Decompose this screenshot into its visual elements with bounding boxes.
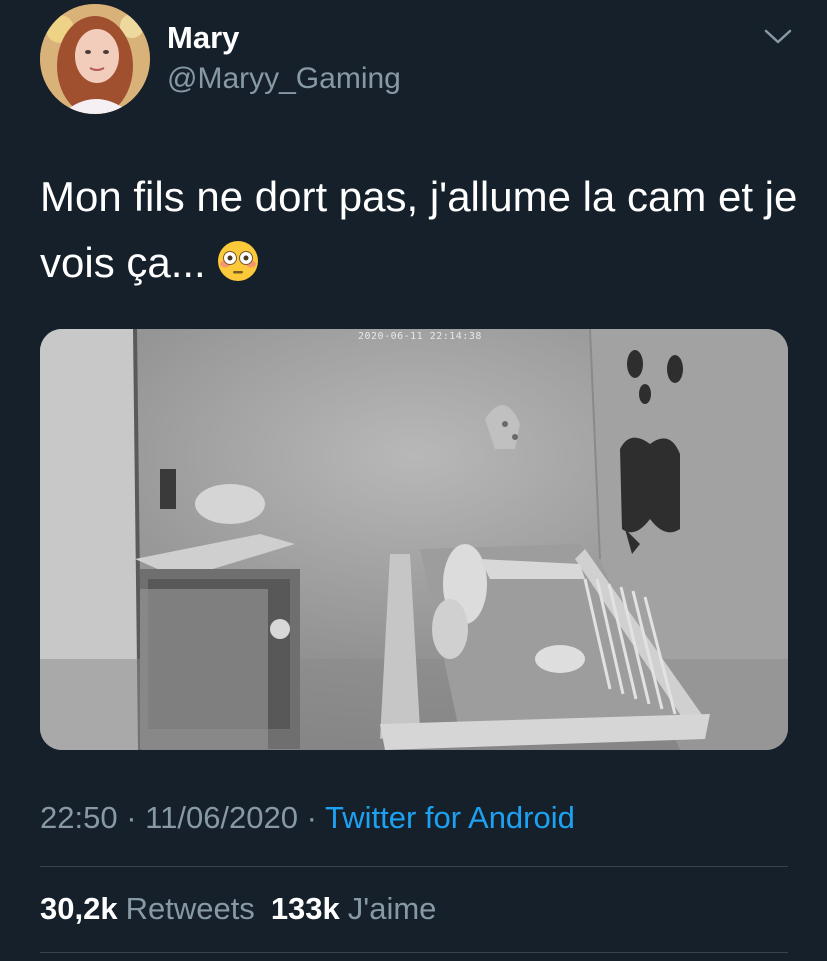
tweet-time[interactable]: 22:50 (40, 800, 118, 835)
tweet-date[interactable]: 11/06/2020 (145, 800, 298, 835)
user-handle[interactable]: @Maryy_Gaming (167, 62, 401, 96)
display-name[interactable]: Mary (167, 20, 239, 56)
tweet-text-body: Mon fils ne dort pas, j'allume la cam et… (40, 173, 798, 286)
tweet-stats: 30,2k Retweets 133k J'aime (40, 891, 436, 927)
retweets-label: Retweets (125, 891, 255, 926)
avatar[interactable] (40, 4, 150, 114)
likes-count: 133k (270, 891, 340, 926)
tweet-meta: 22:50 · 11/06/2020 · Twitter for Android (40, 800, 575, 836)
divider (40, 952, 788, 953)
meta-separator: · (126, 800, 137, 835)
tweet-page: Mary @Maryy_Gaming Mon fils ne dort pas,… (0, 0, 827, 961)
tweet-media-image[interactable]: 2020-06-11 22:14:38 (40, 329, 788, 750)
divider (40, 866, 788, 867)
tweet-source-link[interactable]: Twitter for Android (325, 800, 575, 835)
likes-stat[interactable]: 133k J'aime (271, 891, 437, 926)
baby-camera-image (40, 329, 788, 750)
avatar-photo (40, 4, 150, 114)
tweet-text: Mon fils ne dort pas, j'allume la cam et… (40, 164, 800, 302)
chevron-down-icon[interactable] (760, 22, 796, 52)
flushed-face-emoji-icon (216, 236, 260, 302)
meta-separator: · (306, 800, 317, 835)
retweets-stat[interactable]: 30,2k Retweets (40, 891, 255, 926)
camera-timestamp: 2020-06-11 22:14:38 (358, 331, 482, 342)
retweets-count: 30,2k (40, 891, 118, 926)
likes-label: J'aime (347, 891, 437, 926)
